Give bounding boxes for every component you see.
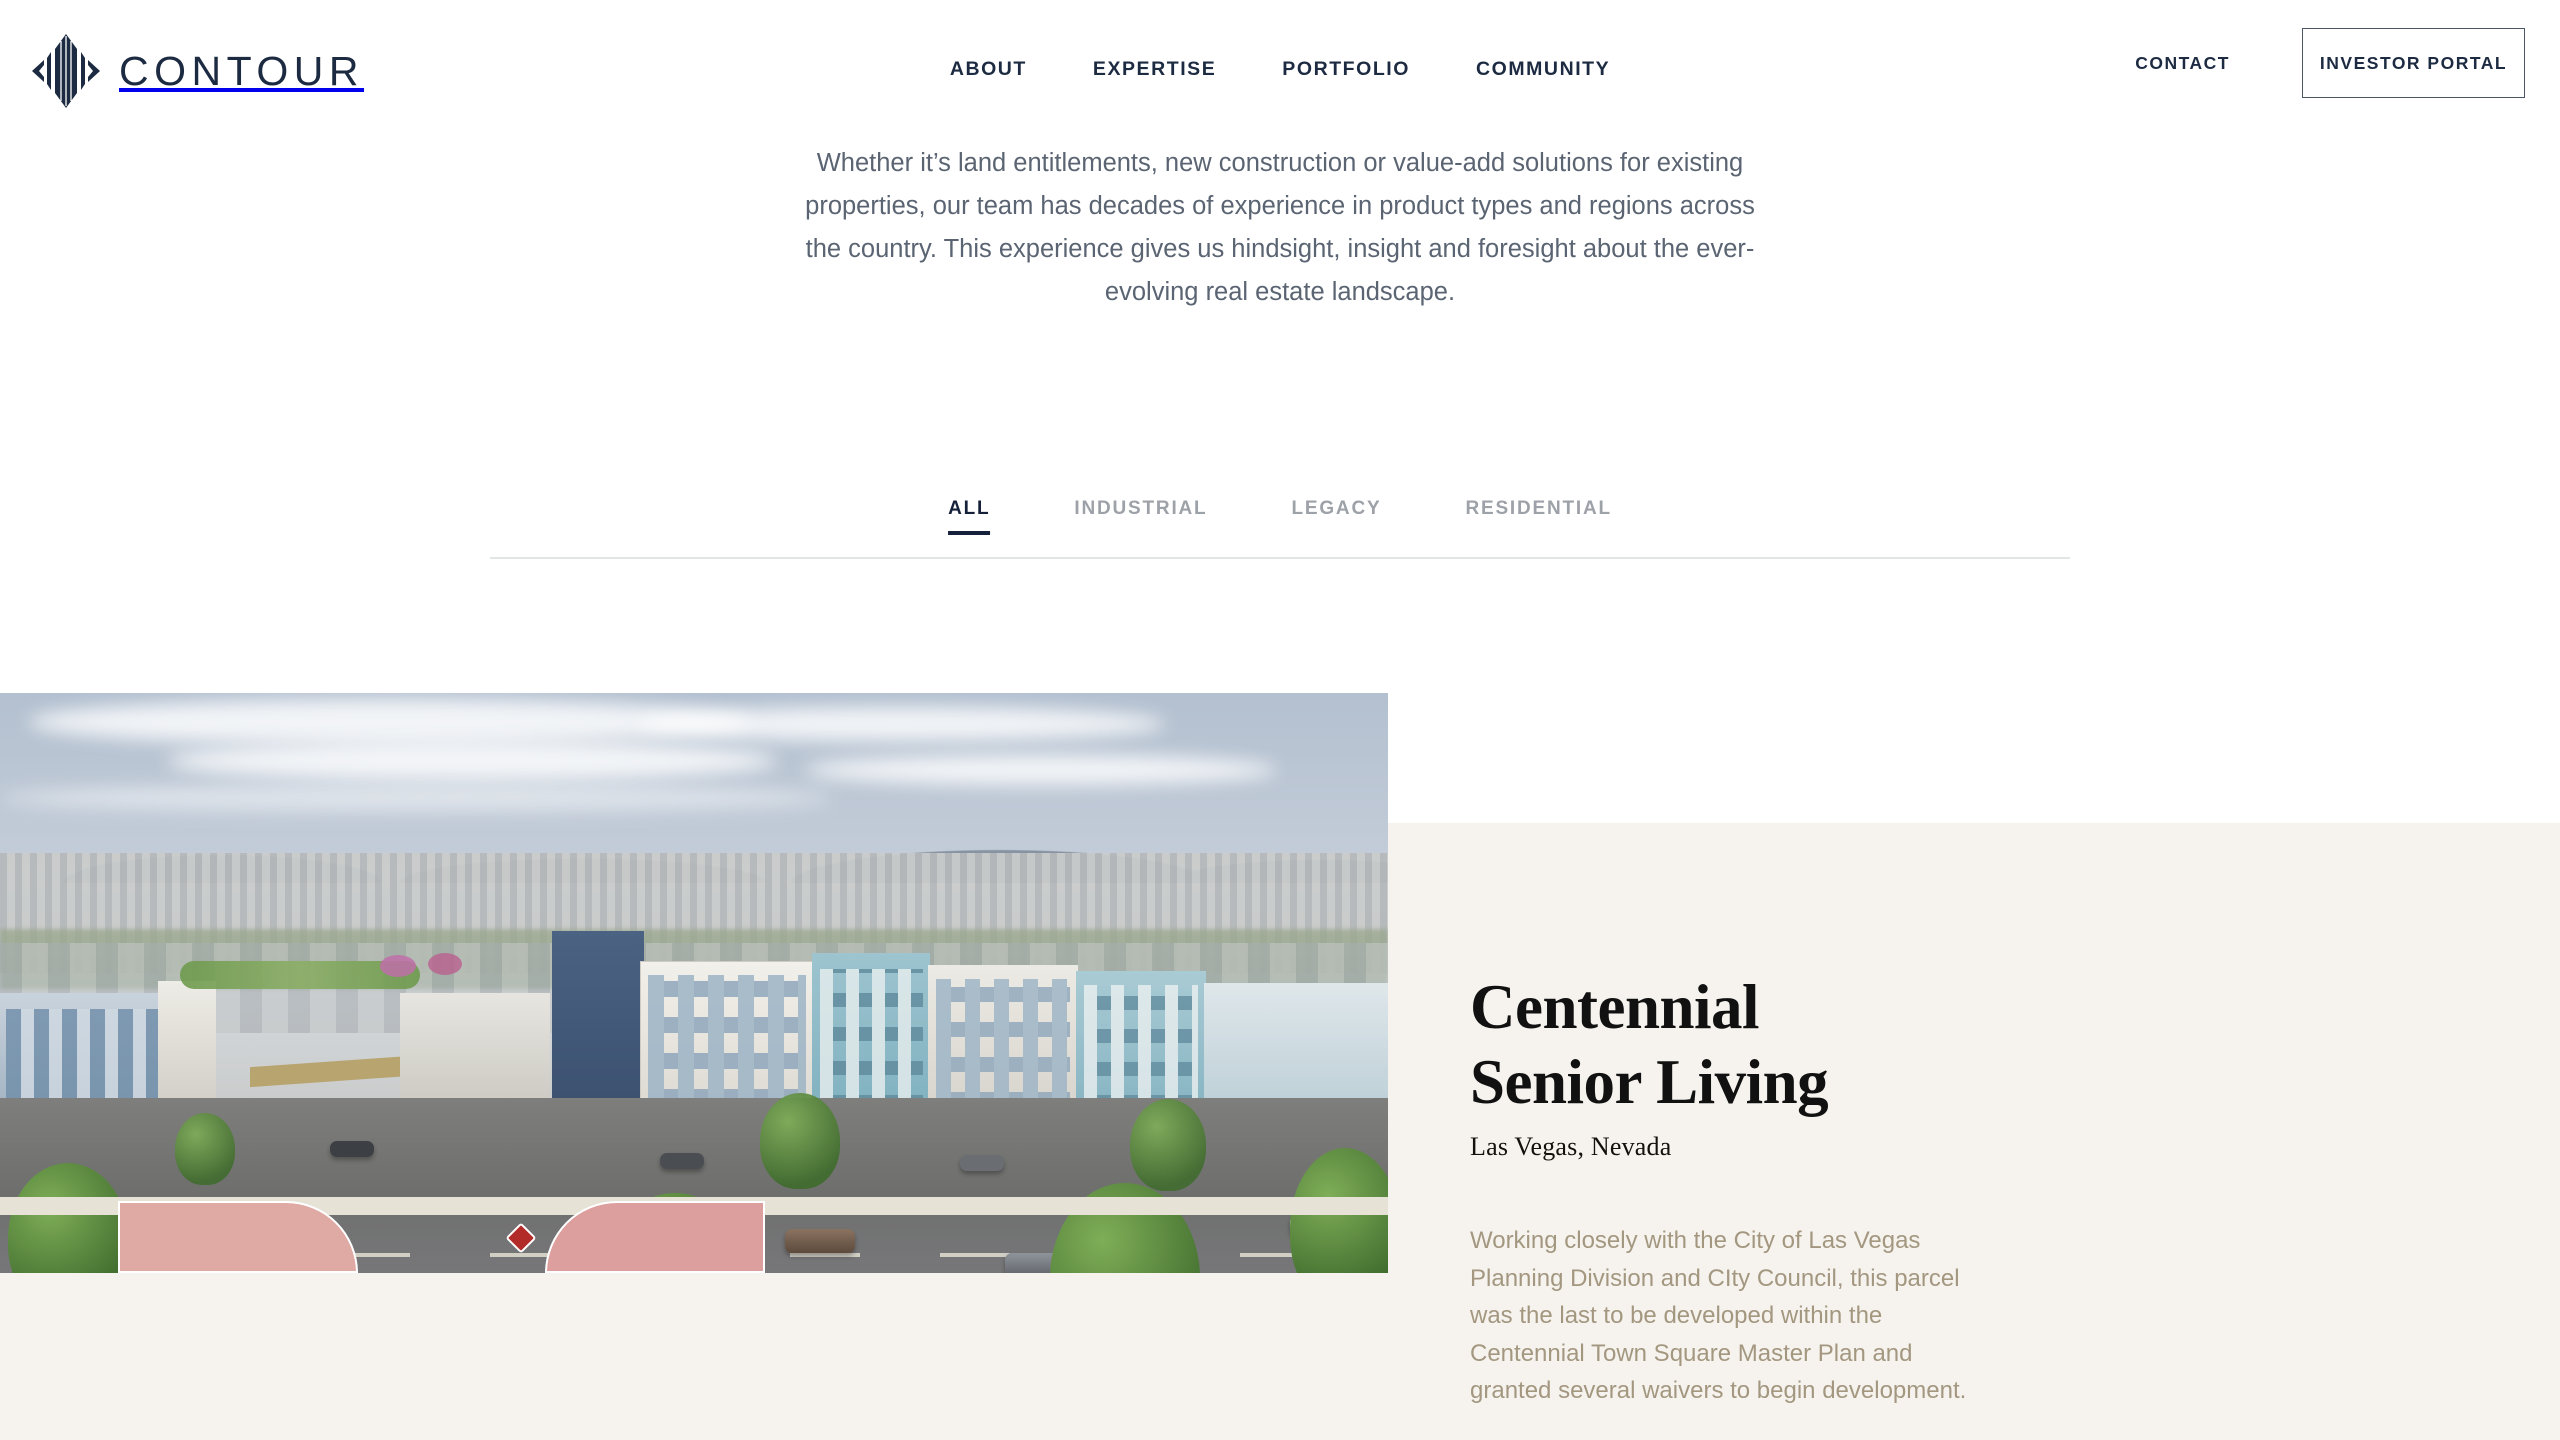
- project-title: Centennial Senior Living: [1470, 970, 2030, 1120]
- investor-portal-button[interactable]: INVESTOR PORTAL: [2302, 28, 2525, 98]
- portfolio-page: CONTOUR ABOUT EXPERTISE PORTFOLIO COMMUN…: [0, 0, 2560, 1440]
- apartment-wing-a-windows: [648, 975, 806, 1105]
- project-image[interactable]: [0, 693, 1388, 1273]
- header-actions: CONTACT INVESTOR PORTAL: [2135, 28, 2525, 98]
- project-title-line1: Centennial: [1470, 972, 1760, 1042]
- nav-item-about[interactable]: ABOUT: [917, 58, 1060, 81]
- car: [660, 1153, 704, 1169]
- project-description: Working closely with the City of Las Veg…: [1470, 1227, 1967, 1404]
- car: [330, 1141, 374, 1157]
- filters-divider: [490, 557, 2070, 559]
- nav-item-expertise[interactable]: EXPERTISE: [1060, 58, 1249, 81]
- street-tree: [1130, 1099, 1206, 1191]
- filter-tab-legacy[interactable]: LEGACY: [1249, 498, 1423, 520]
- nav-item-community[interactable]: COMMUNITY: [1443, 58, 1643, 81]
- pink-plaza-right: [545, 1201, 765, 1273]
- brand-name: CONTOUR: [119, 47, 365, 94]
- contact-link[interactable]: CONTACT: [2135, 53, 2230, 74]
- project-details: Centennial Senior Living Las Vegas, Neva…: [1470, 970, 2030, 1410]
- car: [960, 1155, 1004, 1171]
- filter-tab-residential[interactable]: RESIDENTIAL: [1423, 498, 1653, 520]
- clubhouse-left-glass: [6, 1009, 158, 1109]
- site-header: CONTOUR ABOUT EXPERTISE PORTFOLIO COMMUN…: [0, 0, 2560, 145]
- tower-block: [552, 931, 644, 1106]
- contour-diamond-logo-icon: [32, 34, 100, 108]
- street-tree: [760, 1093, 840, 1189]
- apartment-wing-c-windows: [936, 979, 1070, 1107]
- pink-plaza-left: [118, 1201, 358, 1273]
- brand-logo-link[interactable]: CONTOUR: [30, 32, 364, 110]
- project-location: Las Vegas, Nevada: [1470, 1132, 1672, 1161]
- nav-item-portfolio[interactable]: PORTFOLIO: [1249, 58, 1443, 81]
- project-title-line2: Senior Living: [1470, 1047, 1829, 1117]
- apartment-wing-d-windows: [1084, 985, 1198, 1109]
- street-tree: [175, 1113, 235, 1185]
- car: [785, 1229, 855, 1253]
- primary-navigation: ABOUT EXPERTISE PORTFOLIO COMMUNITY: [917, 58, 1643, 81]
- portfolio-filter-tabs: ALL INDUSTRIAL LEGACY RESIDENTIAL: [906, 498, 1654, 535]
- filter-tab-all[interactable]: ALL: [906, 498, 1032, 535]
- filter-tab-industrial[interactable]: INDUSTRIAL: [1032, 498, 1249, 520]
- apartment-wing-b-windows: [820, 969, 923, 1109]
- intro-paragraph: Whether it’s land entitlements, new cons…: [805, 149, 1755, 306]
